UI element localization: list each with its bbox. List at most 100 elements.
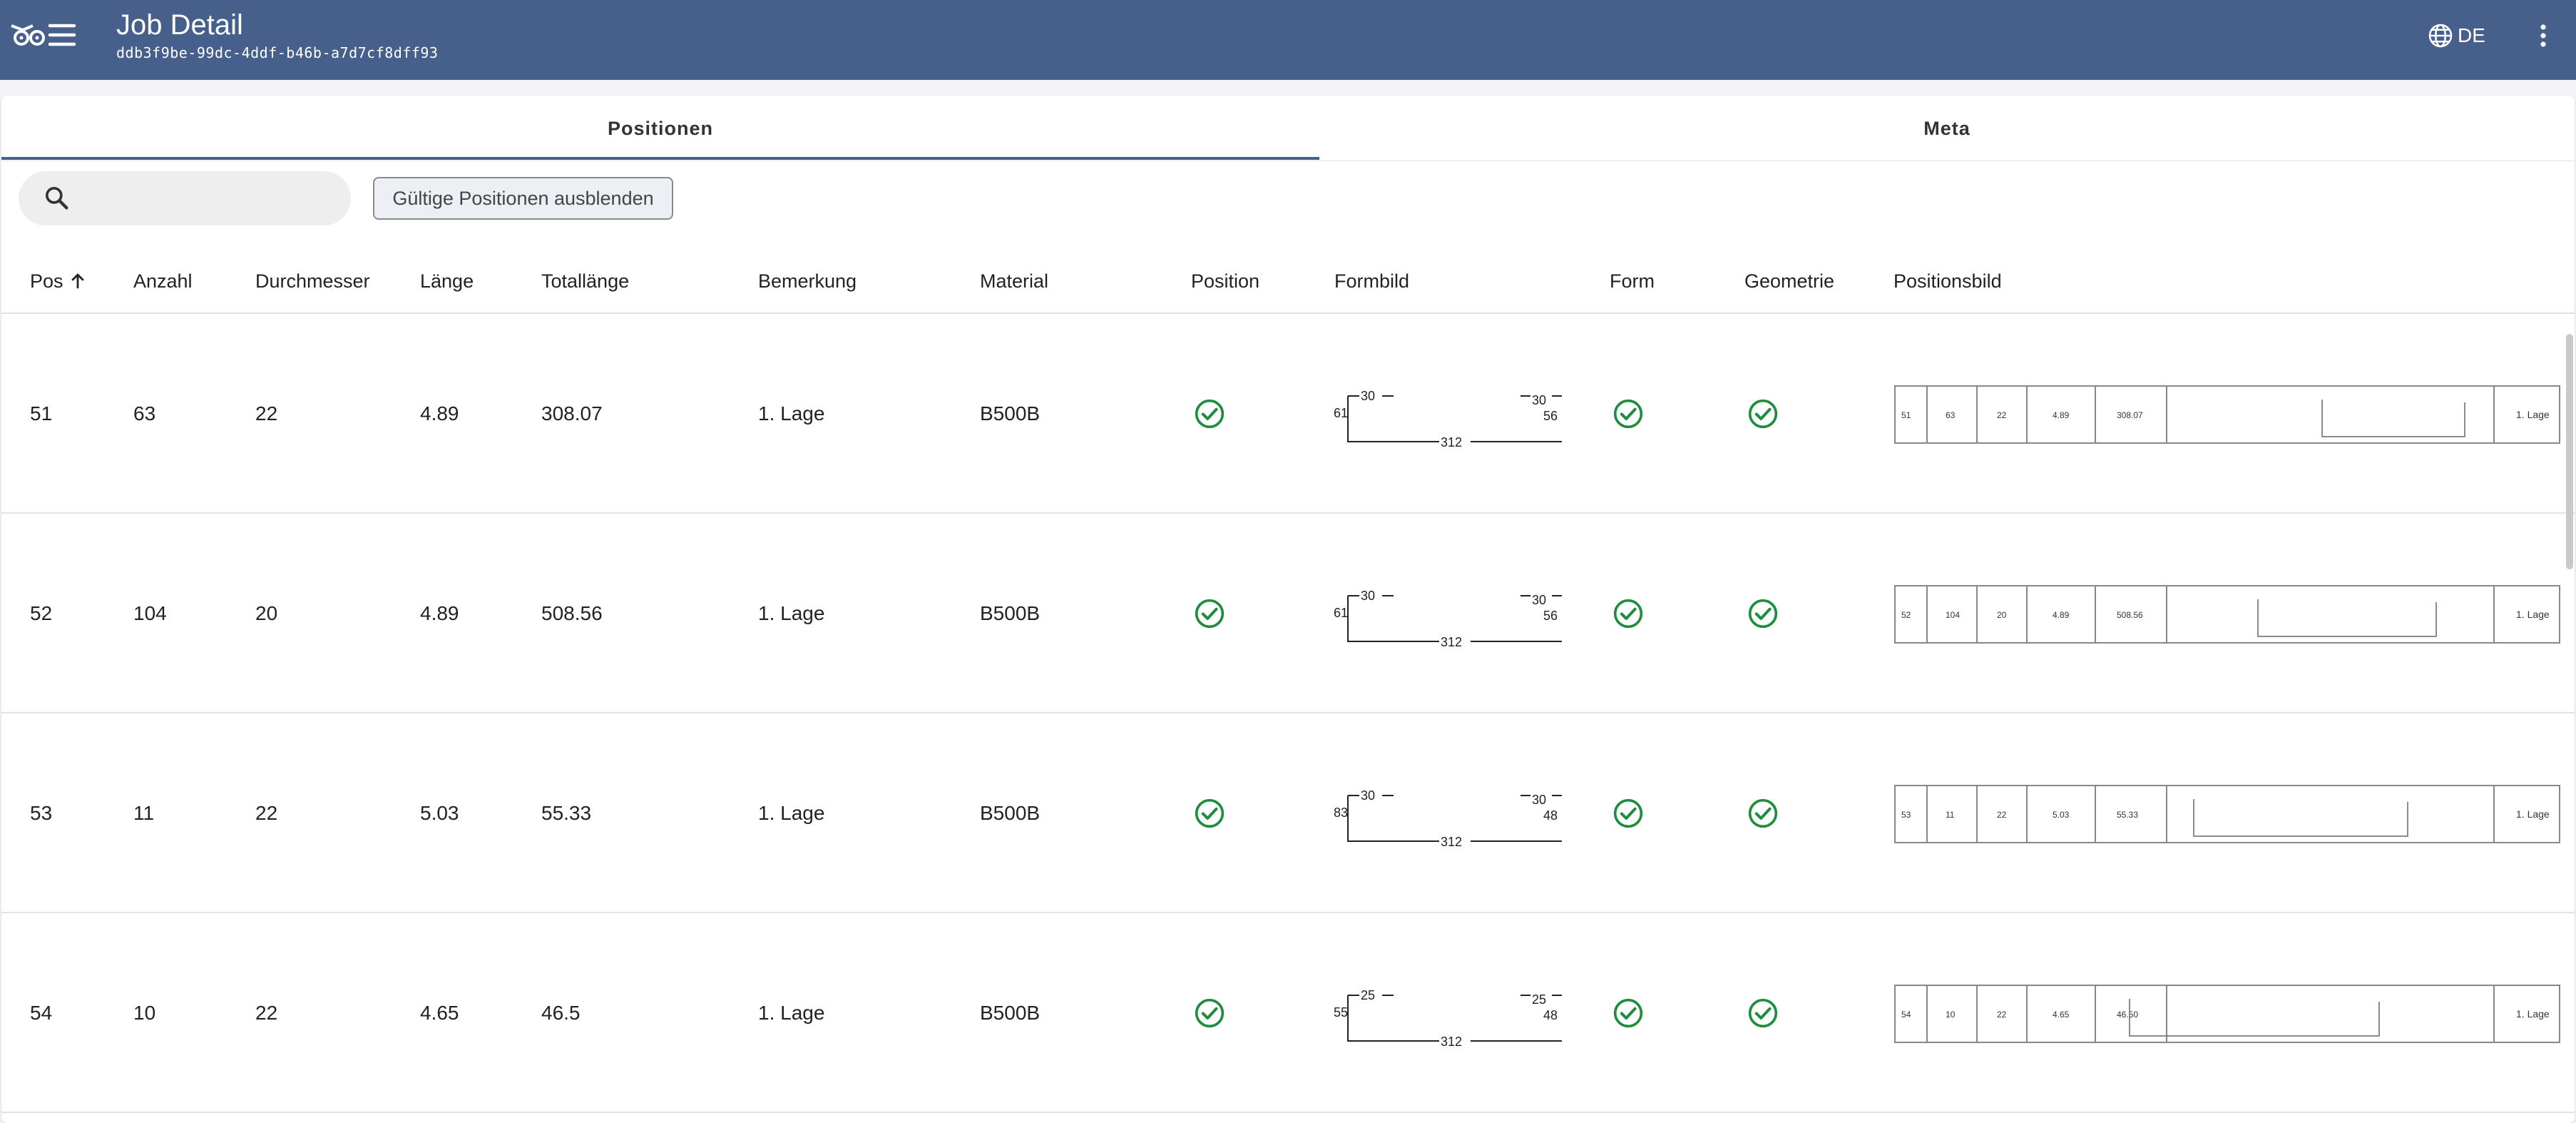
position-valid-check-icon [1195,399,1225,429]
formbild-top-left-label: 25 [1361,988,1375,1002]
positionsbild-totallaenge: 55.33 [2117,810,2138,820]
positionsbild-pos: 54 [1901,1010,1911,1020]
search-box[interactable] [19,171,351,225]
form-valid-check-icon [1613,798,1643,828]
sort-ascending-icon [71,273,83,289]
column-header-durchmesser[interactable]: Durchmesser [255,248,370,314]
cell-geometrie-status [1747,713,1779,913]
table-row[interactable]: 52 104 20 4.89 508.56 1. Lage B500B 30 30 61 5… [1,514,2575,713]
cell-position-status [1194,913,1225,1113]
column-header-formbild[interactable]: Formbild [1334,248,1409,314]
cell-geometrie-status [1747,314,1779,514]
formbild-top-right-label: 30 [1532,593,1546,607]
column-header-material[interactable]: Material [980,248,1048,314]
cell-durchmesser: 22 [255,402,278,425]
table-row[interactable]: 53 11 22 5.03 55.33 1. Lage B500B 30 30 83 48 … [1,713,2575,913]
column-header-laenge[interactable]: Länge [420,248,474,314]
formbild-bottom-label: 312 [1441,635,1462,649]
cell-anzahl: 11 [133,802,155,824]
cell-geometrie-status [1747,913,1779,1113]
globe-icon [2428,24,2453,48]
formbild-left-label: 83 [1334,806,1348,820]
formbild-bottom-label: 312 [1441,835,1462,849]
cell-totallaenge: 46.5 [541,1002,581,1024]
column-header-positionsbild[interactable]: Positionsbild [1893,248,2002,314]
positionsbild-totallaenge: 308.07 [2117,410,2143,420]
tab-bar: Positionen Meta [1,96,2575,161]
positionsbild-laenge: 5.03 [2053,810,2070,820]
tab-positionen[interactable]: Positionen [1,96,1319,161]
vertical-scrollbar[interactable] [2566,334,2573,569]
positionsbild-anzahl: 63 [1946,410,1956,420]
cell-bemerkung: 1. Lage [758,402,825,425]
column-header-pos-label: Pos [30,270,63,292]
geometrie-valid-check-icon [1748,599,1778,629]
formbild-right-label: 48 [1543,1008,1558,1022]
column-header-bemerkung[interactable]: Bemerkung [758,248,857,314]
owl-menu-icon[interactable] [9,19,77,51]
positionsbild-laenge: 4.89 [2053,410,2070,420]
positionsbild-durchmesser: 22 [1997,410,2007,420]
table-row[interactable]: 51 63 22 4.89 308.07 1. Lage B500B 30 30 61 56… [1,314,2575,514]
formbild-bottom-label: 312 [1441,435,1462,449]
formbild-right-label: 48 [1543,808,1558,823]
cell-form-status [1612,314,1644,514]
positionsbild-laenge: 4.89 [2053,610,2070,620]
positionsbild-anzahl: 11 [1946,810,1955,820]
positionsbild-bemerkung: 1. Lage [2516,808,2550,820]
language-switcher[interactable]: DE [2428,19,2485,53]
formbild-top-left-label: 30 [1361,788,1375,803]
column-header-position[interactable]: Position [1191,248,1259,314]
positionsbild-totallaenge: 508.56 [2117,610,2143,620]
formbild-left-label: 55 [1334,1005,1348,1020]
formbild-top-right-label: 25 [1532,992,1546,1007]
table-row[interactable]: 54 10 22 4.65 46.5 1. Lage B500B 25 25 55 48 3… [1,913,2575,1113]
positionsbild-anzahl: 10 [1946,1010,1956,1020]
column-header-geometrie[interactable]: Geometrie [1744,248,1834,314]
cell-form-status [1612,913,1644,1113]
more-menu-button[interactable] [2532,19,2555,53]
positionsbild-anzahl: 104 [1946,610,1960,620]
column-header-pos[interactable]: Pos [30,248,86,314]
app-bar: Job Detail ddb3f9be-99dc-4ddf-b46b-a7d7c… [0,0,2576,80]
cell-pos: 52 [30,602,53,624]
positionsbild-bemerkung: 1. Lage [2516,409,2550,420]
cell-durchmesser: 20 [255,602,278,624]
cell-bemerkung: 1. Lage [758,802,825,824]
table-header: Pos Anzahl Durchmesser Länge Totallänge … [1,248,2575,314]
positionsbild-laenge: 4.65 [2053,1010,2070,1020]
column-header-form[interactable]: Form [1610,248,1655,314]
formbild-right-label: 56 [1543,409,1558,423]
form-valid-check-icon [1613,599,1643,629]
cell-laenge: 4.65 [420,1002,459,1024]
positionsbild-pos: 53 [1901,810,1911,820]
cell-totallaenge: 308.07 [541,402,603,425]
cell-material: B500B [980,402,1041,425]
position-valid-check-icon [1195,798,1225,828]
tab-meta[interactable]: Meta [1319,96,2575,161]
geometrie-valid-check-icon [1748,798,1778,828]
positionsbild-bemerkung: 1. Lage [2516,609,2550,620]
cell-material: B500B [980,1002,1041,1024]
form-valid-check-icon [1613,399,1643,429]
job-id: ddb3f9be-99dc-4ddf-b46b-a7d7cf8dff93 [116,44,439,61]
search-input[interactable] [84,180,334,217]
position-valid-check-icon [1195,599,1225,629]
formbild-top-right-label: 30 [1532,793,1546,807]
geometrie-valid-check-icon [1748,399,1778,429]
column-header-totallaenge[interactable]: Totallänge [541,248,629,314]
cell-pos: 54 [30,1002,53,1024]
cell-bemerkung: 1. Lage [758,602,825,624]
formbild-bottom-label: 312 [1441,1035,1462,1049]
cell-position-status [1194,514,1225,713]
formbild-top-left-label: 30 [1361,589,1375,603]
cell-material: B500B [980,602,1041,624]
positionsbild-durchmesser: 22 [1997,810,2007,820]
cell-anzahl: 104 [133,602,167,624]
positionsbild-durchmesser: 20 [1997,610,2007,620]
cell-laenge: 4.89 [420,402,459,425]
column-header-anzahl[interactable]: Anzahl [133,248,193,314]
hide-valid-positions-button[interactable]: Gültige Positionen ausblenden [373,177,673,220]
geometrie-valid-check-icon [1748,998,1778,1028]
cell-durchmesser: 22 [255,1002,278,1024]
